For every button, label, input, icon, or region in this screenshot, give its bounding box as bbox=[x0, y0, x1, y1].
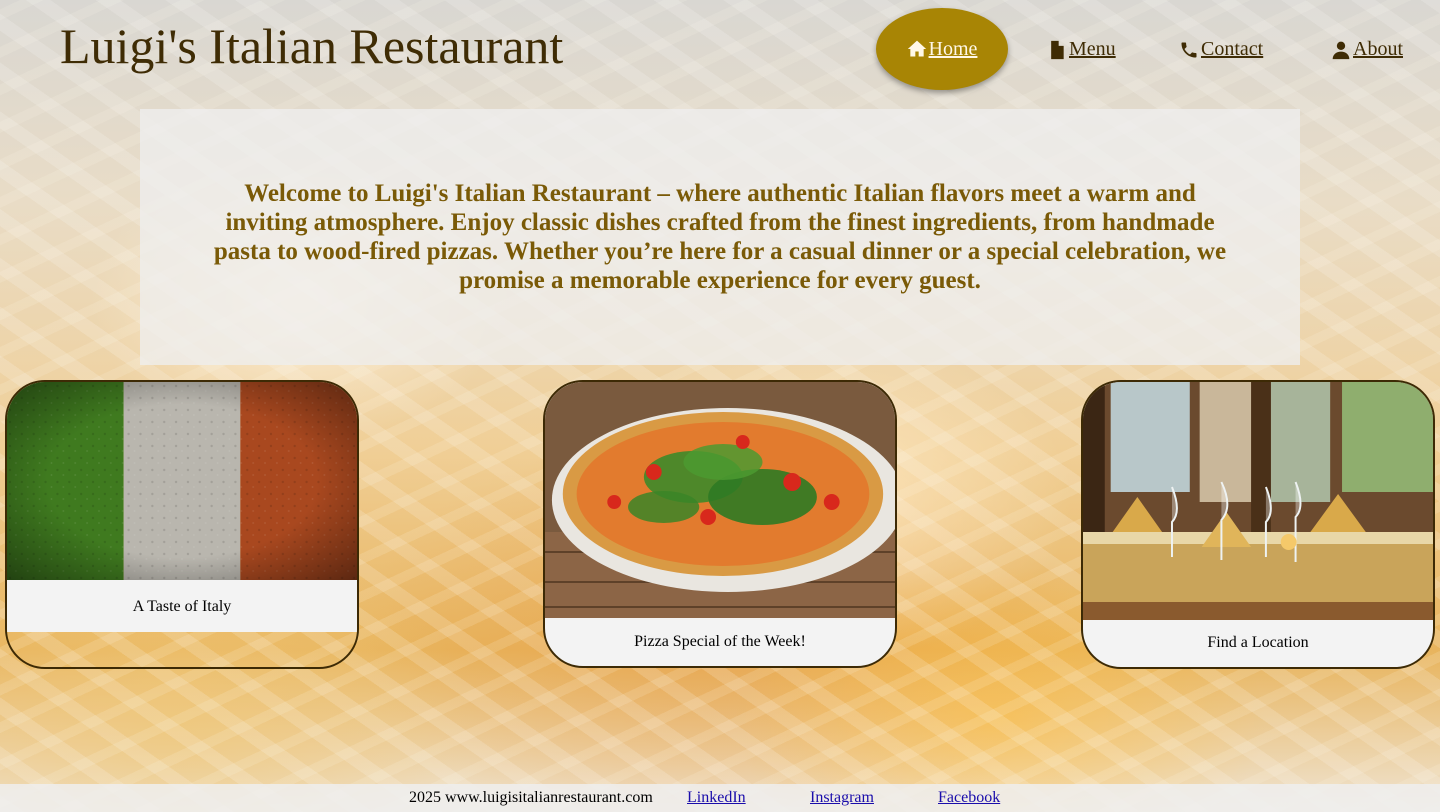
user-icon bbox=[1332, 41, 1350, 59]
file-icon bbox=[1051, 40, 1064, 59]
nav-about-label: About bbox=[1353, 38, 1403, 60]
home-icon bbox=[907, 40, 926, 57]
site-header: Luigi's Italian Restaurant Home Menu Con… bbox=[0, 0, 1440, 96]
nav-menu-label: Menu bbox=[1069, 38, 1116, 60]
card-find-location[interactable]: Find a Location bbox=[1081, 380, 1435, 669]
card-caption: A Taste of Italy bbox=[132, 598, 232, 615]
site-title: Luigi's Italian Restaurant bbox=[60, 18, 564, 74]
nav-contact-link[interactable]: Contact bbox=[1179, 38, 1263, 61]
card-caption: Find a Location bbox=[1207, 634, 1309, 651]
phone-icon bbox=[1181, 42, 1197, 57]
nav-contact-label: Contact bbox=[1201, 38, 1264, 60]
nav-menu-link[interactable]: Menu bbox=[1047, 38, 1116, 61]
card-caption: Pizza Special of the Week! bbox=[634, 633, 806, 650]
italian-flag-image bbox=[7, 382, 357, 580]
footer-instagram-link[interactable]: Instagram bbox=[810, 789, 874, 807]
footer-linkedin-link[interactable]: LinkedIn bbox=[687, 789, 746, 807]
nav-about-link[interactable]: About bbox=[1331, 38, 1403, 61]
card-pizza-special[interactable]: Pizza Special of the Week! bbox=[543, 380, 897, 668]
pizza-image bbox=[545, 382, 895, 618]
restaurant-dining-image bbox=[1083, 382, 1433, 620]
card-taste-of-italy[interactable]: A Taste of Italy bbox=[5, 380, 359, 669]
nav-home-label: Home bbox=[928, 37, 978, 60]
footer-facebook-link[interactable]: Facebook bbox=[938, 789, 1000, 807]
welcome-text: Welcome to Luigi's Italian Restaurant – … bbox=[213, 180, 1227, 294]
site-footer: 2025 www.luigisitalianrestaurant.com Lin… bbox=[0, 784, 1440, 812]
footer-copyright: 2025 www.luigisitalianrestaurant.com bbox=[409, 789, 653, 806]
nav-home-link[interactable]: Home bbox=[876, 8, 1008, 90]
welcome-panel: Welcome to Luigi's Italian Restaurant – … bbox=[140, 109, 1300, 365]
